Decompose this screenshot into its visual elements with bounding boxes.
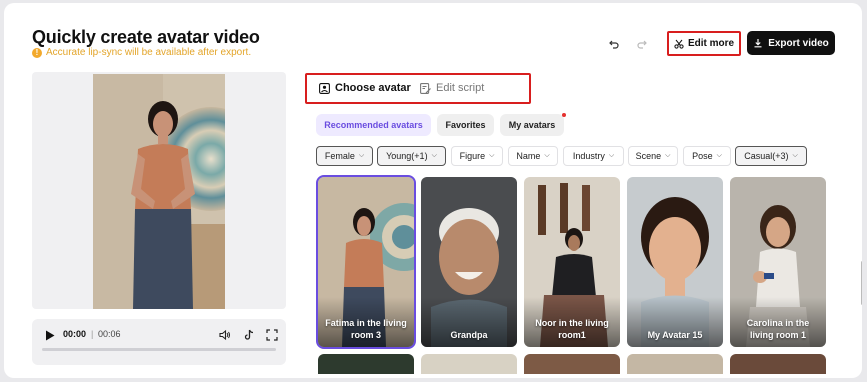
video-player-controls: 00:00 | 00:06 — [32, 319, 286, 365]
edit-more-label: Edit more — [687, 38, 735, 49]
avatar-name: Grandpa — [450, 330, 488, 340]
total-time: 00:06 — [98, 329, 121, 339]
avatar-card[interactable]: Fatima in the living room 3 — [316, 175, 416, 349]
undo-icon — [609, 40, 619, 49]
download-icon — [754, 39, 762, 48]
redo-icon — [637, 40, 647, 49]
export-video-label: Export video — [768, 37, 829, 49]
filter-industry[interactable]: Industry ⌵ — [563, 146, 624, 166]
scissors-icon — [674, 39, 684, 49]
current-time: 00:00 — [63, 329, 87, 339]
filter-style-label: Casual(+3) — [744, 151, 789, 161]
avatar-card[interactable]: Carolina in the living room 1 — [730, 177, 826, 347]
export-video-button[interactable]: Export video — [747, 31, 835, 55]
chevron-down-icon: ⌵ — [358, 152, 365, 159]
filter-pose-label: Pose — [692, 151, 713, 161]
avatar-video-panel: Quickly create avatar video ! Accurate l… — [4, 3, 862, 378]
avatar-card-partial[interactable] — [524, 354, 620, 374]
avatar-card-partial[interactable] — [627, 354, 723, 374]
warning-text: Accurate lip-sync will be available afte… — [46, 47, 252, 58]
filter-style[interactable]: Casual(+3) ⌵ — [735, 146, 807, 166]
filter-scene[interactable]: Scene ⌵ — [628, 146, 678, 166]
avatar-card[interactable]: My Avatar 15 — [627, 177, 723, 347]
notification-dot — [562, 113, 566, 117]
chevron-down-icon: ⌵ — [544, 152, 550, 159]
tab-choose-avatar[interactable]: Choose avatar — [319, 82, 411, 94]
avatar-card[interactable]: Grandpa — [421, 177, 517, 347]
avatar-card-partial[interactable] — [730, 354, 826, 374]
undo-button[interactable] — [606, 36, 622, 52]
tab-edit-script-label: Edit script — [436, 82, 485, 94]
video-preview — [32, 72, 286, 309]
filter-figure[interactable]: Figure ⌵ — [451, 146, 503, 166]
warning-icon: ! — [32, 47, 42, 58]
category-my-avatars[interactable]: My avatars — [500, 114, 564, 136]
filter-name[interactable]: Name ⌵ — [508, 146, 558, 166]
volume-icon[interactable] — [218, 328, 232, 342]
filter-scene-label: Scene — [635, 151, 662, 161]
avatar-card-partial[interactable] — [318, 354, 414, 374]
edit-more-button[interactable]: Edit more — [667, 31, 741, 56]
redo-button[interactable] — [634, 36, 650, 52]
lip-sync-warning: ! Accurate lip-sync will be available af… — [32, 47, 251, 58]
script-edit-icon — [420, 82, 431, 94]
chevron-down-icon: ⌵ — [489, 152, 495, 159]
editor-tabs: Choose avatar Edit script — [305, 73, 531, 104]
tab-choose-avatar-label: Choose avatar — [335, 82, 411, 94]
chevron-down-icon: ⌵ — [608, 152, 615, 159]
page-title: Quickly create avatar video — [32, 27, 260, 47]
play-icon[interactable] — [45, 330, 55, 341]
category-favorites[interactable]: Favorites — [437, 114, 494, 136]
chevron-down-icon: ⌵ — [431, 152, 437, 159]
filter-age-label: Young(+1) — [386, 151, 428, 161]
preview-avatar-image — [93, 74, 225, 309]
fullscreen-icon[interactable] — [265, 328, 279, 342]
chevron-down-icon: ⌵ — [716, 152, 722, 159]
chevron-down-icon: ⌵ — [665, 152, 671, 159]
filter-industry-label: Industry — [572, 151, 605, 161]
filter-age[interactable]: Young(+1) ⌵ — [377, 146, 446, 166]
avatar-name: Carolina in the living room 1 — [746, 318, 810, 340]
avatar-name: Fatima in the living room 3 — [325, 318, 407, 340]
avatar-card[interactable]: Noor in the living room1 — [524, 177, 620, 347]
avatar-card-partial[interactable] — [421, 354, 517, 374]
avatar-name: My Avatar 15 — [647, 330, 703, 340]
filter-pose[interactable]: Pose ⌵ — [683, 146, 731, 166]
tiktok-icon[interactable] — [242, 328, 256, 342]
filter-gender-label: Female — [324, 151, 355, 161]
time-separator: | — [91, 329, 94, 339]
filter-name-label: Name — [516, 151, 541, 161]
tab-edit-script[interactable]: Edit script — [420, 82, 484, 94]
category-recommended-avatars[interactable]: Recommended avatars — [316, 114, 431, 136]
scrollbar[interactable] — [861, 261, 862, 305]
filter-figure-label: Figure — [459, 151, 486, 161]
progress-bar[interactable] — [42, 348, 276, 351]
chevron-down-icon: ⌵ — [792, 152, 798, 159]
avatar-card-icon — [319, 82, 330, 94]
avatar-name: Noor in the living room1 — [535, 318, 609, 340]
filter-gender[interactable]: Female ⌵ — [316, 146, 373, 166]
